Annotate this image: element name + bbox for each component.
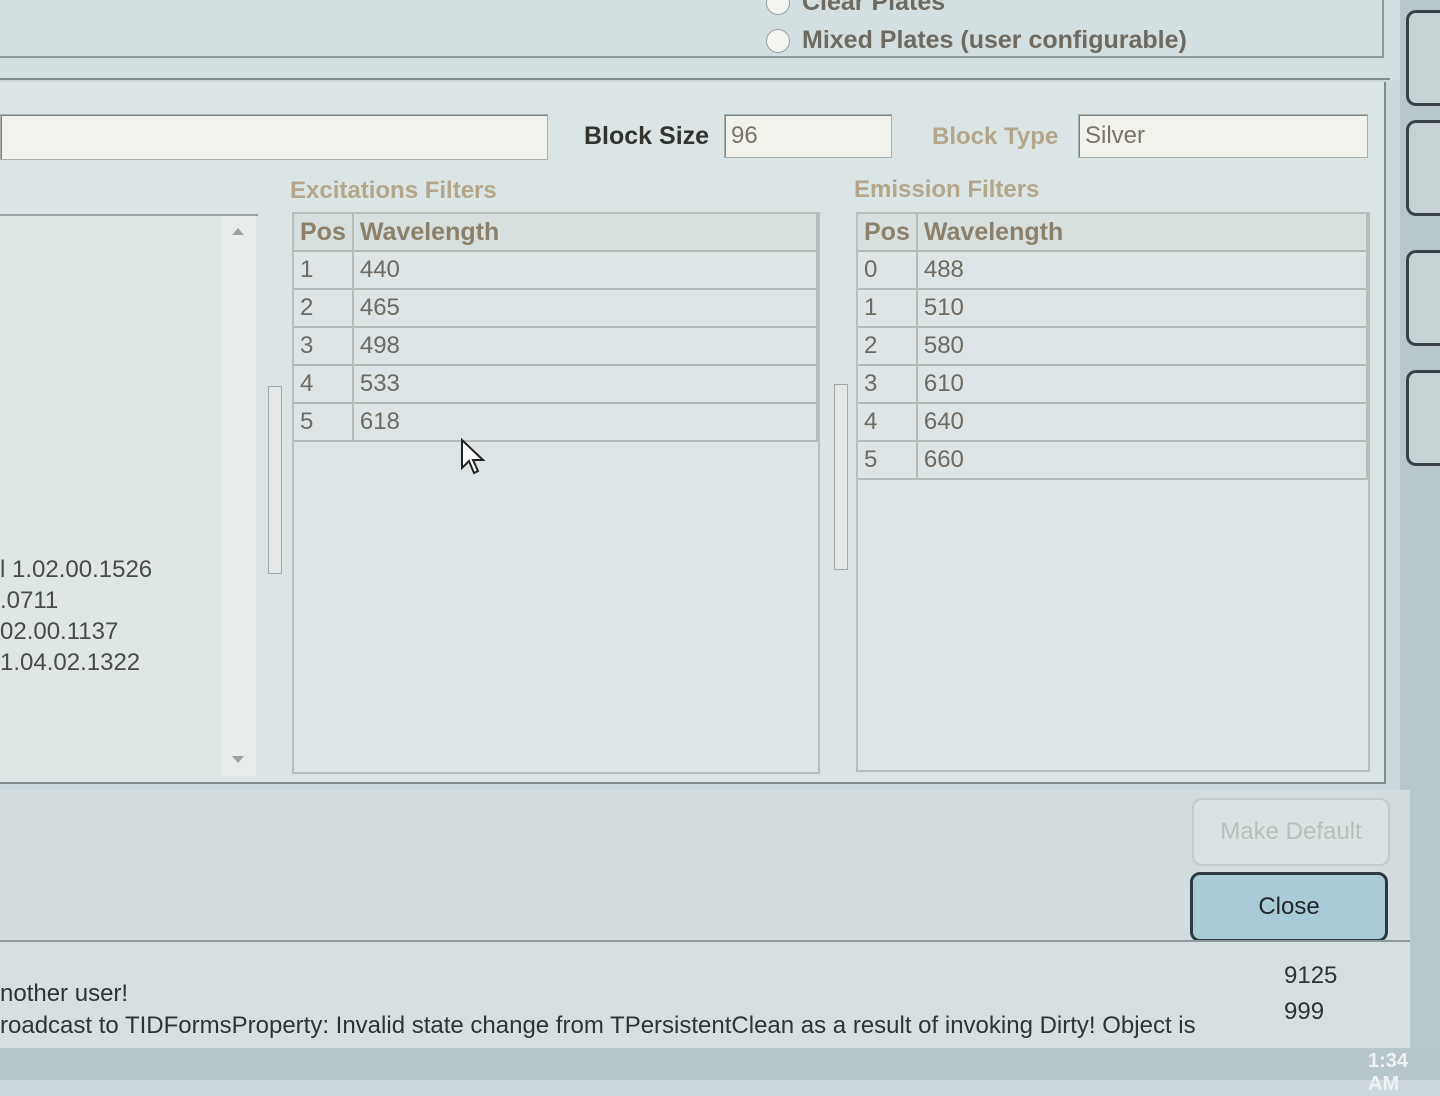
make-default-button[interactable]: Make Default (1192, 798, 1390, 866)
radio-button[interactable] (766, 0, 790, 15)
emission-filters-grid[interactable]: Pos Wavelength 0 488 1 510 2 580 3 610 4 640 … (856, 212, 1370, 772)
close-x-icon[interactable] (1406, 120, 1440, 216)
grid-header-row: Pos Wavelength (294, 214, 819, 252)
column-header-wavelength[interactable]: Wavelength (916, 214, 1369, 252)
table-row[interactable]: 2 580 (858, 327, 1369, 366)
version-list[interactable] (0, 214, 258, 780)
block-type-label: Block Type (932, 123, 1059, 150)
excitation-filters-grid[interactable]: Pos Wavelength 1 440 2 465 3 498 4 533 5 618 (292, 212, 820, 774)
radio-button[interactable] (766, 28, 790, 53)
cell-pos[interactable]: 3 (294, 327, 354, 366)
table-row[interactable]: 1 510 (858, 289, 1369, 328)
scroll-down-icon[interactable] (232, 756, 244, 763)
log-count: 9125 (1284, 962, 1338, 989)
radio-clear-plates[interactable]: Clear Plates (766, 0, 945, 17)
table-row[interactable]: 1 440 (294, 251, 819, 290)
cell-wavelength[interactable]: 660 (916, 441, 1369, 480)
block-type-field[interactable]: Silver (1078, 114, 1368, 158)
cell-wavelength[interactable]: 488 (916, 251, 1369, 290)
version-item: .0711 (0, 587, 59, 614)
radio-mixed-plates-label: Mixed Plates (user configurable) (802, 26, 1187, 54)
grid-header-row: Pos Wavelength (858, 214, 1369, 252)
version-item: l 1.02.00.1526 (0, 556, 153, 583)
table-row[interactable]: 4 640 (858, 403, 1369, 442)
cell-wavelength[interactable]: 640 (916, 403, 1369, 442)
radio-mixed-plates[interactable]: Mixed Plates (user configurable) (766, 26, 1187, 55)
cell-pos[interactable]: 0 (858, 251, 918, 290)
cell-pos[interactable]: 1 (294, 251, 354, 290)
cell-wavelength[interactable]: 618 (352, 403, 819, 442)
system-clock[interactable]: 1:34 AM (1368, 1050, 1440, 1096)
table-row[interactable]: 3 610 (858, 365, 1369, 404)
column-header-pos[interactable]: Pos (858, 214, 918, 252)
close-button[interactable]: Close (1190, 872, 1388, 942)
toolbar-icon[interactable] (1406, 370, 1440, 466)
cell-pos[interactable]: 4 (858, 403, 918, 442)
mouse-cursor-icon (461, 438, 486, 475)
version-item: 02.00.1137 (0, 618, 119, 645)
radio-clear-plates-label: Clear Plates (802, 0, 946, 16)
cell-wavelength[interactable]: 533 (352, 365, 819, 404)
log-line: roadcast to TIDFormsProperty: Invalid st… (0, 1012, 1196, 1039)
cell-pos[interactable]: 1 (858, 289, 918, 328)
block-size-field[interactable]: 96 (724, 114, 892, 158)
toolbar-icon[interactable] (1406, 250, 1440, 346)
separator (0, 78, 1390, 80)
table-row[interactable]: 5 618 (294, 403, 819, 442)
splitter-handle[interactable] (268, 386, 282, 574)
emission-filters-title: Emission Filters (854, 176, 1040, 203)
table-row[interactable]: 5 660 (858, 441, 1369, 480)
cell-wavelength[interactable]: 440 (352, 251, 819, 290)
excitation-filters-title: Excitations Filters (290, 177, 497, 204)
cell-wavelength[interactable]: 610 (916, 365, 1369, 404)
log-line: nother user! (0, 980, 129, 1007)
cell-pos[interactable]: 2 (858, 327, 918, 366)
cell-pos[interactable]: 5 (294, 403, 354, 442)
version-item: 1.04.02.1322 (0, 649, 141, 676)
column-header-pos[interactable]: Pos (294, 214, 354, 252)
splitter-handle[interactable] (834, 384, 848, 570)
cell-wavelength[interactable]: 580 (916, 327, 1369, 366)
cell-pos[interactable]: 5 (858, 441, 918, 480)
vertical-scrollbar[interactable] (222, 216, 256, 776)
cell-wavelength[interactable]: 465 (352, 289, 819, 328)
column-header-wavelength[interactable]: Wavelength (352, 214, 819, 252)
toolbar-icon[interactable] (1406, 10, 1440, 106)
scroll-up-icon[interactable] (232, 228, 244, 235)
taskbar (0, 1048, 1440, 1080)
block-size-label: Block Size (584, 122, 710, 150)
table-row[interactable]: 0 488 (858, 251, 1369, 290)
log-count: 999 (1284, 998, 1325, 1025)
cell-wavelength[interactable]: 498 (352, 327, 819, 366)
name-input[interactable] (0, 114, 548, 160)
log-panel (0, 940, 1410, 1062)
cell-pos[interactable]: 3 (858, 365, 918, 404)
table-row[interactable]: 2 465 (294, 289, 819, 328)
cell-wavelength[interactable]: 510 (916, 289, 1369, 328)
cell-pos[interactable]: 4 (294, 365, 354, 404)
cell-pos[interactable]: 2 (294, 289, 354, 328)
table-row[interactable]: 3 498 (294, 327, 819, 366)
table-row[interactable]: 4 533 (294, 365, 819, 404)
